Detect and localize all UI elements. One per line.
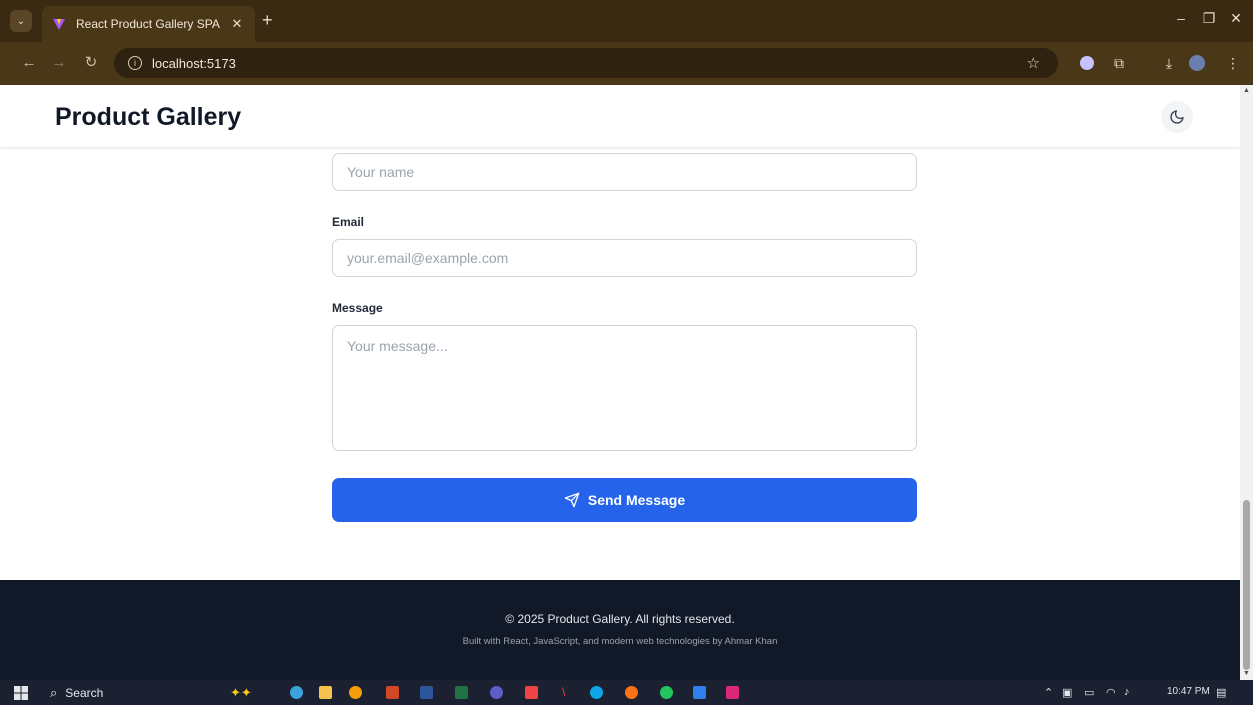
battery-icon[interactable]: ▭: [1084, 686, 1094, 699]
tray-app-icon[interactable]: ▣: [1062, 686, 1072, 699]
moon-icon: [1170, 110, 1184, 124]
address-bar[interactable]: i localhost:5173 ☆: [114, 48, 1058, 78]
notifications-icon[interactable]: ▤: [1216, 686, 1226, 699]
site-footer: © 2025 Product Gallery. All rights reser…: [0, 580, 1240, 680]
tab-title: React Product Gallery SPA: [76, 17, 220, 31]
chrome-icon[interactable]: [349, 686, 362, 699]
tray-chevron-up-icon[interactable]: ⌃: [1044, 686, 1053, 699]
message-textarea[interactable]: [332, 325, 917, 451]
scroll-up-arrow-icon[interactable]: ▲: [1243, 87, 1250, 94]
volume-icon[interactable]: ♪: [1124, 686, 1130, 698]
windows-start-icon[interactable]: [14, 686, 28, 700]
teams-icon[interactable]: [490, 686, 503, 699]
footer-credits: Built with React, JavaScript, and modern…: [462, 636, 778, 647]
site-info-icon[interactable]: i: [128, 56, 142, 70]
tab-search-chevron-icon[interactable]: ⌄: [10, 10, 32, 32]
extension-icon[interactable]: [1080, 56, 1094, 70]
email-label: Email: [332, 215, 365, 229]
browser-toolbar: ← → ↻ i localhost:5173 ☆ ⧉ ⤓ ⋮: [0, 42, 1253, 85]
word-icon[interactable]: [420, 686, 433, 699]
send-button-label: Send Message: [587, 492, 686, 508]
vscode-icon[interactable]: [693, 686, 706, 699]
email-input[interactable]: [332, 239, 917, 277]
app-icon-3[interactable]: [590, 686, 603, 699]
reload-icon[interactable]: ↻: [82, 55, 100, 70]
browser-tab[interactable]: React Product Gallery SPA ✕: [42, 6, 255, 42]
close-window-icon[interactable]: ✕: [1225, 10, 1247, 27]
bookmark-star-icon[interactable]: ☆: [1027, 54, 1040, 72]
site-header: Product Gallery: [0, 85, 1240, 147]
profile-avatar-icon[interactable]: [1189, 55, 1205, 71]
wifi-icon[interactable]: ◠: [1106, 686, 1116, 699]
app-icon[interactable]: [525, 686, 538, 699]
browser-tab-strip: ⌄ React Product Gallery SPA ✕ + – ❐ ✕: [0, 0, 1253, 42]
minimize-icon[interactable]: –: [1170, 10, 1192, 26]
whatsapp-icon[interactable]: [660, 686, 673, 699]
theme-toggle-button[interactable]: [1161, 101, 1193, 133]
file-explorer-icon[interactable]: [319, 686, 332, 699]
name-input[interactable]: [332, 153, 917, 191]
scroll-down-arrow-icon[interactable]: ▼: [1243, 670, 1250, 677]
powerpoint-icon[interactable]: [386, 686, 399, 699]
app-icon-4[interactable]: [625, 686, 638, 699]
scrollbar-thumb[interactable]: [1243, 500, 1250, 670]
page-scrollbar[interactable]: ▲ ▼: [1240, 85, 1253, 680]
app-icon-2[interactable]: \: [562, 686, 575, 699]
new-tab-plus-icon[interactable]: +: [262, 11, 273, 29]
brand-title[interactable]: Product Gallery: [55, 103, 241, 132]
tab-close-icon[interactable]: ✕: [229, 16, 245, 32]
windows-taskbar: ⌕ Search ✦✦ \ ⌃ ▣ ▭ ◠ ♪ 10:47 PM ▤: [0, 680, 1253, 705]
copilot-sparkle-icon[interactable]: ✦✦: [230, 686, 260, 699]
page-viewport: Product Gallery Email Message Send Messa…: [0, 85, 1240, 680]
forward-arrow-icon[interactable]: →: [50, 55, 68, 70]
taskbar-clock[interactable]: 10:47 PM: [1167, 686, 1210, 697]
edge-icon[interactable]: [290, 686, 303, 699]
taskbar-search-label: Search: [65, 685, 104, 700]
browser-menu-icon[interactable]: ⋮: [1224, 54, 1242, 72]
footer-copyright: © 2025 Product Gallery. All rights reser…: [505, 612, 735, 626]
extensions-puzzle-icon[interactable]: ⧉: [1110, 54, 1128, 72]
excel-icon[interactable]: [455, 686, 468, 699]
restore-icon[interactable]: ❐: [1198, 10, 1220, 27]
taskbar-search[interactable]: ⌕ Search: [38, 682, 198, 703]
instagram-icon[interactable]: [726, 686, 739, 699]
back-arrow-icon[interactable]: ←: [20, 55, 38, 70]
message-label: Message: [332, 301, 383, 315]
search-icon: ⌕: [50, 684, 58, 700]
send-paper-plane-icon: [564, 492, 580, 508]
download-icon[interactable]: ⤓: [1160, 54, 1178, 72]
send-message-button[interactable]: Send Message: [332, 478, 917, 522]
vite-favicon-icon: [53, 19, 65, 30]
address-url: localhost:5173: [152, 55, 236, 71]
